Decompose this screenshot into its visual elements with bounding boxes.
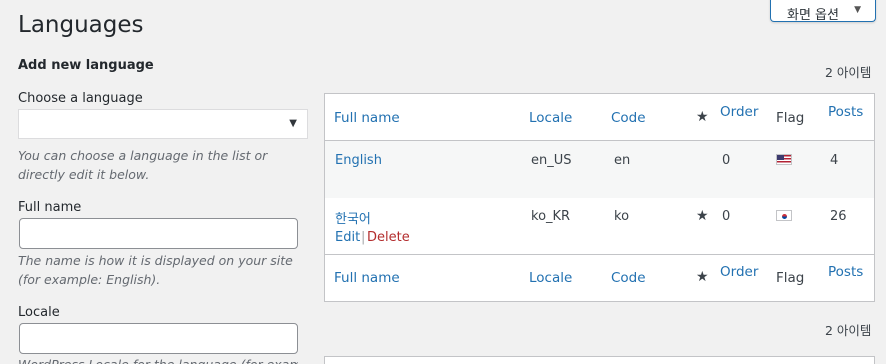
column-order[interactable]: Order: [720, 104, 758, 120]
item-count-top: 2 아이템: [825, 65, 872, 80]
delete-link[interactable]: Delete: [367, 230, 410, 245]
column-flag: Flag: [776, 110, 805, 126]
language-posts-count[interactable]: 26: [830, 209, 847, 224]
language-posts-count[interactable]: 4: [830, 153, 838, 168]
locale-label: Locale: [18, 305, 60, 320]
next-panel: [324, 356, 875, 364]
column-full-name[interactable]: Full name: [334, 110, 400, 126]
column-posts[interactable]: Posts: [828, 264, 863, 280]
language-locale: en_US: [531, 153, 572, 168]
table-footer: Full name Locale Code ★ Order Flag Posts: [325, 254, 874, 302]
column-order[interactable]: Order: [720, 264, 758, 280]
column-locale[interactable]: Locale: [529, 270, 572, 286]
language-name-link[interactable]: English: [335, 153, 382, 168]
column-posts[interactable]: Posts: [828, 104, 863, 120]
default-language-star-icon: ★: [696, 269, 709, 285]
kr-flag-icon: [776, 210, 792, 221]
language-order: 0: [722, 153, 731, 168]
us-flag-icon: [776, 154, 792, 165]
language-select[interactable]: ▼: [18, 109, 308, 139]
language-code: ko: [614, 209, 630, 224]
full-name-input[interactable]: [19, 218, 298, 249]
page-title: Languages: [18, 12, 144, 38]
caret-down-icon: ▼: [854, 5, 861, 15]
add-language-heading: Add new language: [18, 58, 154, 73]
language-locale: ko_KR: [531, 209, 571, 224]
language-name-link[interactable]: 한국어: [335, 208, 371, 227]
choose-language-label: Choose a language: [18, 91, 143, 106]
column-locale[interactable]: Locale: [529, 110, 572, 126]
full-name-label: Full name: [18, 200, 82, 215]
default-language-star-icon: ★: [696, 109, 709, 125]
screen-options-button[interactable]: 화면 옵션 ▼: [770, 0, 876, 23]
column-code[interactable]: Code: [611, 110, 646, 126]
language-code: en: [614, 153, 631, 168]
full-name-help: The name is how it is displayed on your …: [18, 253, 293, 287]
action-separator: |: [361, 230, 366, 245]
column-code[interactable]: Code: [611, 270, 646, 286]
locale-help: WordPress Locale for the language (for e…: [18, 355, 298, 364]
item-count-bottom: 2 아이템: [825, 323, 872, 338]
default-language-star-icon: ★: [696, 208, 709, 224]
choose-language-help: You can choose a language in the list or…: [18, 148, 268, 182]
edit-link[interactable]: Edit: [335, 230, 360, 245]
dropdown-arrow-icon: ▼: [289, 118, 297, 129]
languages-table: Full name Locale Code ★ Order Flag Posts…: [324, 93, 875, 302]
table-row: 한국어 Edit | Delete ko_KR ko ★ 0 26: [325, 198, 874, 254]
screen-options-label: 화면 옵션: [787, 8, 839, 23]
table-row: English en_US en 0 4: [325, 141, 874, 198]
language-order: 0: [722, 209, 731, 224]
locale-input[interactable]: [19, 323, 298, 354]
column-flag: Flag: [776, 270, 805, 286]
column-full-name[interactable]: Full name: [334, 270, 400, 286]
table-header: Full name Locale Code ★ Order Flag Posts: [325, 94, 874, 141]
